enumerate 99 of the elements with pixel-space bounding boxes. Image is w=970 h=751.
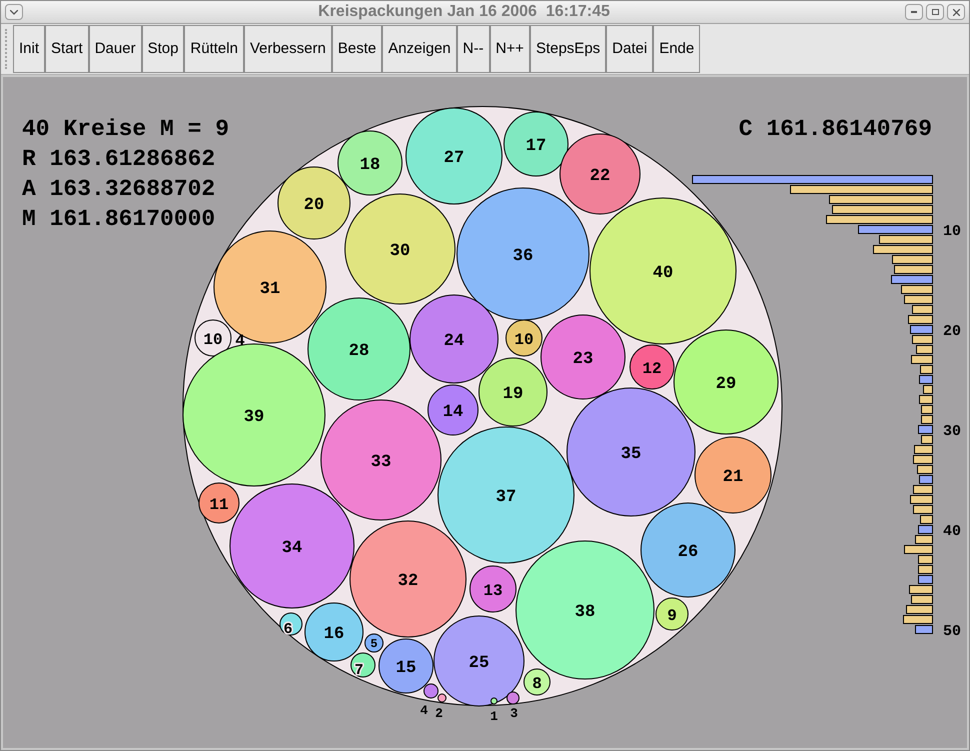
minimize-icon — [911, 11, 917, 13]
toolbar-button[interactable]: Rütteln — [184, 25, 244, 73]
histogram-bar — [913, 455, 933, 464]
circle-number: 9 — [667, 607, 677, 625]
circle-number: 33 — [370, 453, 392, 472]
circle-number: 1 — [490, 709, 498, 724]
circle-number: 10 — [514, 331, 534, 349]
circle-number: 29 — [716, 375, 736, 394]
histogram-bar — [910, 495, 933, 504]
toolbar-button[interactable]: Ende — [653, 25, 700, 73]
toolbar-button[interactable]: Beste — [332, 25, 382, 73]
chevron-down-icon — [10, 10, 18, 14]
stat-line: 40 Kreise M = 9 — [22, 116, 230, 142]
circle-number: 10 — [203, 331, 223, 349]
circle-number: 22 — [590, 167, 610, 186]
toolbar-button[interactable]: Start — [45, 25, 89, 73]
histogram-bar — [910, 325, 933, 334]
circle-number: 24 — [444, 332, 464, 351]
circle-number: 15 — [396, 659, 416, 678]
circle-number: 32 — [398, 572, 418, 591]
circle-number: 27 — [444, 149, 464, 168]
histogram-bar — [921, 415, 933, 424]
histogram-bar — [923, 385, 933, 394]
circle-number: 40 — [652, 264, 674, 283]
circle-number: 12 — [642, 360, 662, 378]
axis-label: 20 — [943, 323, 961, 340]
circle-number: 11 — [209, 496, 229, 514]
histogram-bar — [904, 295, 933, 304]
toolbar-button[interactable]: Stop — [142, 25, 184, 73]
toolbar-button[interactable]: StepsEps — [530, 25, 606, 73]
close-icon — [952, 8, 960, 16]
circle-number: 16 — [324, 625, 344, 644]
stat-line: M 161.86170000 — [22, 206, 216, 232]
histogram-bar — [913, 485, 933, 494]
circle-number: 13 — [483, 582, 503, 600]
window-title: Kreispackungen Jan 16 2006 16:17:45 — [318, 2, 610, 22]
histogram-bar — [918, 565, 933, 574]
circle-number: 35 — [620, 445, 642, 464]
circle-number: 25 — [468, 654, 490, 673]
circle-number: 8 — [532, 675, 542, 693]
toolbar-button[interactable]: N++ — [490, 25, 530, 73]
circle-number: 7 — [354, 662, 364, 679]
circle-number: 31 — [260, 280, 280, 299]
circle-number: 37 — [496, 488, 516, 507]
circle-number: 4 — [235, 332, 245, 350]
window-menu-button[interactable] — [5, 4, 23, 20]
minimize-button[interactable] — [905, 4, 923, 20]
stat-line: C 161.86140769 — [738, 116, 932, 142]
circle-number: 23 — [572, 350, 594, 369]
histogram-bar — [921, 405, 933, 414]
histogram-bar — [908, 315, 933, 324]
circle-number: 28 — [348, 342, 370, 361]
circle-number: 34 — [282, 539, 302, 558]
circle-number: 26 — [678, 543, 698, 562]
circle-number: 18 — [360, 156, 380, 175]
histogram-bar — [894, 265, 933, 274]
histogram-bar — [879, 235, 933, 244]
circle-number: 38 — [574, 603, 596, 622]
histogram-bar — [906, 605, 933, 614]
histogram-bar — [919, 375, 933, 384]
toolbar-button[interactable]: Init — [13, 25, 46, 73]
maximize-button[interactable] — [926, 4, 944, 20]
histogram-bar — [919, 395, 933, 404]
axis-label: 40 — [943, 523, 961, 540]
toolbar-button[interactable]: Dauer — [88, 25, 142, 73]
circle-number: 5 — [370, 637, 378, 651]
histogram-bar — [891, 275, 933, 284]
histogram-bar — [917, 465, 933, 474]
histogram-bar — [916, 345, 933, 354]
circle-number: 36 — [512, 247, 534, 266]
maximize-icon — [932, 9, 938, 15]
histogram-bar — [919, 475, 933, 484]
circle-number: 30 — [390, 242, 410, 261]
axis-label: 50 — [943, 623, 961, 640]
stat-line: A 163.32688702 — [22, 176, 216, 202]
circle-number: 21 — [722, 468, 744, 487]
circle-number: 6 — [284, 621, 292, 638]
circle-number: 20 — [304, 196, 324, 215]
toolbar-button[interactable]: Datei — [606, 25, 654, 73]
circle-number: 17 — [526, 137, 546, 156]
toolbar-button[interactable]: N-- — [456, 25, 490, 73]
toolbar-button[interactable]: Verbessern — [244, 25, 332, 73]
circle-number: 39 — [244, 408, 264, 427]
circle-number: 14 — [442, 403, 464, 422]
histogram-bar — [901, 285, 933, 294]
circle-number: 4 — [420, 703, 428, 718]
histogram-bar — [911, 595, 933, 604]
axis-label: 30 — [943, 423, 961, 440]
circle-number: 2 — [435, 706, 443, 721]
histogram-bar — [918, 425, 933, 434]
toolbar-button[interactable]: Anzeigen — [382, 25, 457, 73]
histogram-bar — [918, 525, 933, 534]
close-button[interactable] — [947, 4, 965, 20]
circle-number: 3 — [510, 706, 518, 721]
histogram-bar — [912, 305, 933, 314]
histogram-bar — [912, 335, 933, 344]
stat-line: R 163.61286862 — [22, 146, 216, 172]
circle-number: 19 — [502, 385, 524, 404]
axis-label: 10 — [943, 223, 961, 240]
